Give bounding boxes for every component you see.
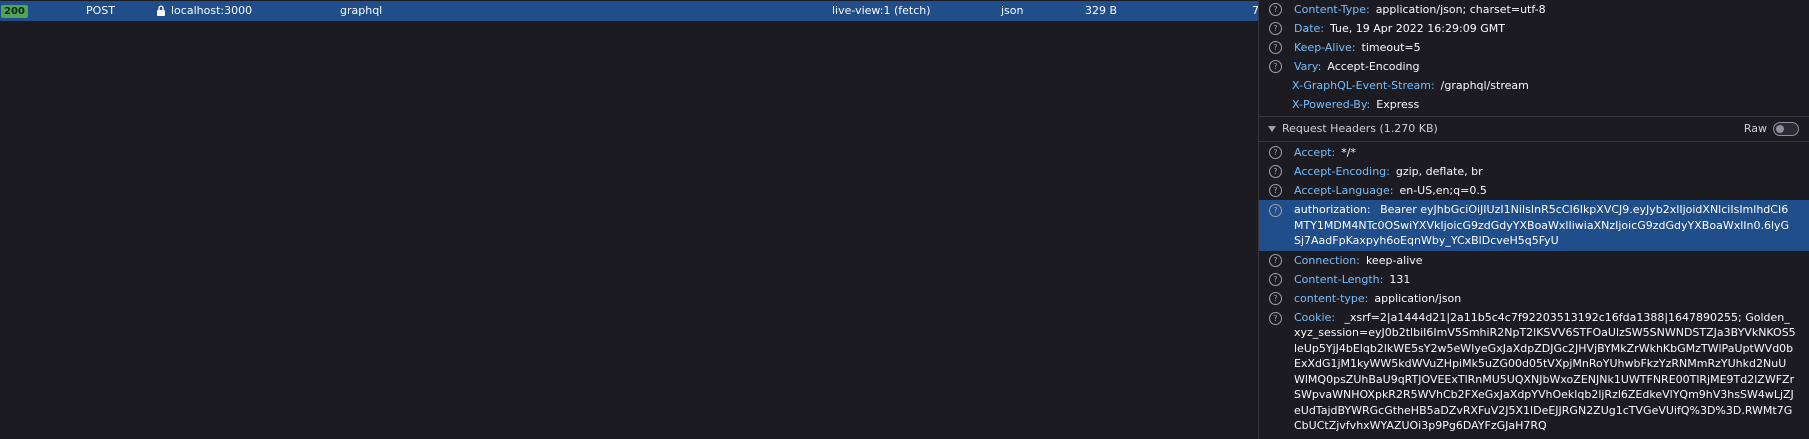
request-method: POST [86,4,115,17]
help-icon[interactable]: ? [1269,272,1282,286]
request-size: 329 B [1085,4,1118,17]
lock-icon [157,5,165,16]
help-icon[interactable]: ? [1269,165,1282,178]
header-name: X-GraphQL-Event-Stream: [1292,79,1435,92]
help-icon[interactable]: ? [1269,3,1282,16]
response-header-x-powered-by[interactable]: X-Powered-By: Express [1259,95,1809,114]
request-header-content-type[interactable]: ? content-type: application/json [1259,289,1809,308]
header-value: application/json; charset=utf-8 [1375,3,1546,16]
chevron-down-icon [1268,126,1276,132]
header-value: */* [1341,146,1356,159]
request-header-accept[interactable]: ? Accept: */* [1259,143,1809,162]
request-header-connection[interactable]: ? Connection: keep-alive [1259,251,1809,270]
request-headers-section-toggle[interactable]: Request Headers (1.270 KB) Raw [1259,116,1809,142]
help-icon[interactable]: ? [1269,204,1282,217]
header-name: authorization: [1294,203,1371,216]
request-header-accept-language[interactable]: ? Accept-Language: en-US,en;q=0.5 [1259,181,1809,200]
header-value: Tue, 19 Apr 2022 16:29:09 GMT [1330,22,1505,35]
response-header-vary[interactable]: ? Vary: Accept-Encoding [1259,57,1809,76]
header-name: content-type: [1294,291,1369,305]
header-value: en-US,en;q=0.5 [1399,184,1487,197]
help-icon[interactable]: ? [1269,22,1282,35]
header-value: application/json [1374,291,1462,305]
status-badge: 200 [1,5,28,18]
header-name: Content-Length: [1294,272,1384,286]
header-value: 131 [1389,272,1411,286]
header-name: Keep-Alive: [1294,41,1356,54]
headers-panel: ? Content-Type: application/json; charse… [1259,0,1809,439]
request-header-cookie[interactable]: ? Cookie: _xsrf=2|a1444d21|2a11b5c4c7f92… [1259,308,1809,436]
request-row-selected[interactable]: 200 POST localhost:3000 graphql live-vie… [0,1,1259,21]
help-icon[interactable]: ? [1269,60,1282,73]
header-name: Content-Type: [1294,3,1370,16]
help-icon[interactable]: ? [1269,41,1282,54]
header-value: Accept-Encoding [1327,60,1420,73]
help-icon[interactable]: ? [1269,184,1282,197]
header-name: Accept-Encoding: [1294,165,1390,178]
header-name: X-Powered-By: [1292,98,1371,111]
response-header-keep-alive[interactable]: ? Keep-Alive: timeout=5 [1259,38,1809,57]
request-header-authorization[interactable]: ? authorization: Bearer eyJhbGciOiJIUzI1… [1259,200,1809,251]
raw-toggle-switch[interactable] [1773,122,1799,136]
response-header-content-type[interactable]: ? Content-Type: application/json; charse… [1259,0,1809,19]
request-header-accept-encoding[interactable]: ? Accept-Encoding: gzip, deflate, br [1259,162,1809,181]
header-value: Express [1376,98,1420,111]
header-value: _xsrf=2|a1444d21|2a11b5c4c7f92203513192c… [1294,310,1796,433]
response-header-date[interactable]: ? Date: Tue, 19 Apr 2022 16:29:09 GMT [1259,19,1809,38]
header-name: Date: [1294,22,1324,35]
raw-label: Raw [1743,122,1767,135]
request-domain: localhost:3000 [157,1,252,21]
help-icon[interactable]: ? [1269,253,1282,267]
request-initiator: live-view:1 (fetch) [832,4,931,17]
response-header-x-graphql-event-stream[interactable]: X-GraphQL-Event-Stream: /graphql/stream [1259,76,1809,95]
request-header-content-length[interactable]: ? Content-Length: 131 [1259,270,1809,289]
header-name: Accept-Language: [1294,184,1394,197]
header-name: Accept: [1294,146,1336,159]
header-value: gzip, deflate, br [1395,165,1483,178]
help-icon[interactable]: ? [1269,291,1282,305]
header-name: Vary: [1294,60,1322,73]
header-value: timeout=5 [1361,41,1421,54]
header-name: Connection: [1294,253,1360,267]
request-file: graphql [340,4,383,17]
request-type: json [1001,4,1024,17]
header-value: keep-alive [1365,253,1423,267]
header-value: /graphql/stream [1440,79,1529,92]
help-icon[interactable]: ? [1269,146,1282,159]
raw-toggle-group[interactable]: Raw [1744,117,1799,141]
header-name: Cookie: [1294,310,1336,324]
help-icon[interactable]: ? [1269,311,1282,325]
requests-list[interactable]: 200 POST localhost:3000 graphql live-vie… [0,0,1259,439]
section-title: Request Headers (1.270 KB) [1282,122,1438,135]
